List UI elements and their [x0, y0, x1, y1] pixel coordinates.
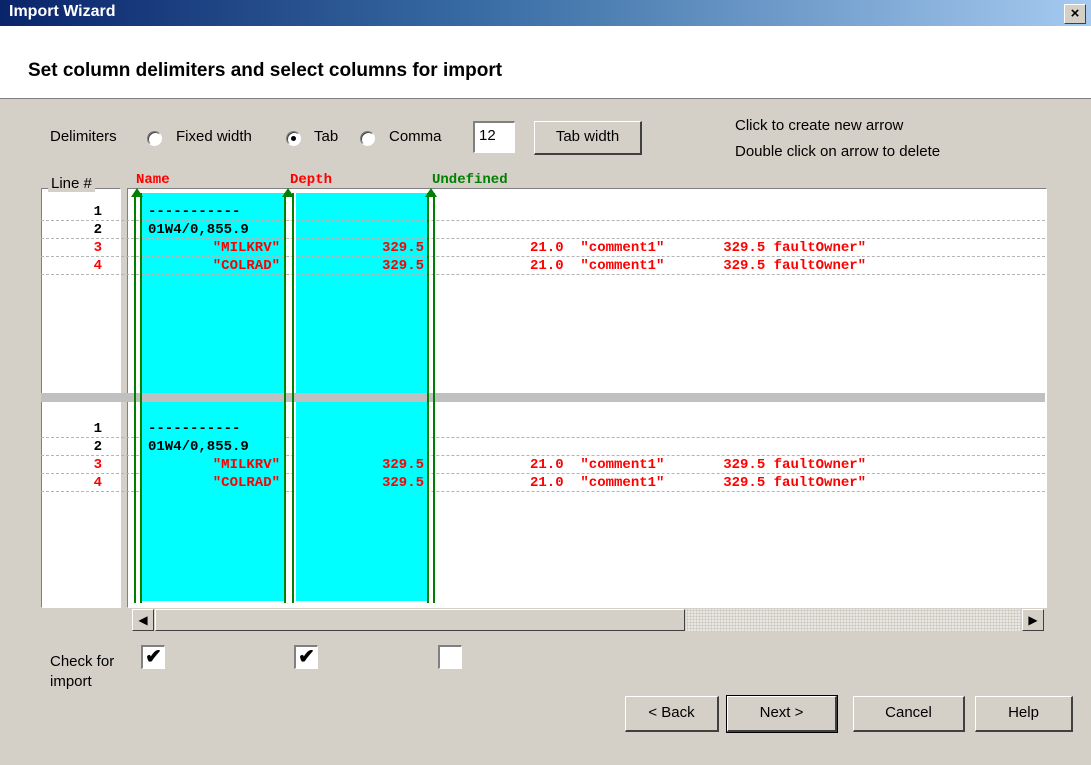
line-number: 3 — [93, 240, 102, 256]
checkbox-name-mark: ✔ — [145, 646, 162, 668]
cell-rest: 21.0 "comment1" 329.5 faultOwner" — [530, 457, 867, 473]
cell-name: "COLRAD" — [212, 258, 280, 274]
cell-depth: 329.5 — [381, 258, 424, 274]
column-label-depth: Depth — [290, 172, 333, 188]
row-separator — [41, 455, 1045, 456]
row-separator — [41, 256, 1045, 257]
pane-splitter[interactable] — [41, 393, 1045, 402]
cell-rest: 21.0 "comment1" 329.5 faultOwner" — [530, 475, 867, 491]
radio-comma-label[interactable]: Comma — [389, 128, 442, 145]
cell-rest: 21.0 "comment1" 329.5 faultOwner" — [530, 258, 867, 274]
column-arrow-line-2b — [292, 193, 294, 603]
tab-width-button[interactable]: Tab width — [534, 121, 642, 155]
column-arrow-head-2[interactable] — [282, 188, 294, 197]
column-label-undefined: Undefined — [432, 172, 508, 188]
check-for-import-label: Check for import — [50, 653, 115, 690]
line-number: 3 — [93, 457, 102, 473]
cell-rest: 21.0 "comment1" 329.5 faultOwner" — [530, 240, 867, 256]
line-number: 1 — [93, 204, 102, 220]
line-number: 2 — [93, 222, 102, 238]
radio-fixed-width-label[interactable]: Fixed width — [176, 128, 252, 145]
title-bar — [0, 0, 1091, 26]
cell-depth: 329.5 — [381, 457, 424, 473]
scroll-right-button[interactable]: ▶ — [1022, 609, 1044, 631]
scroll-track[interactable] — [686, 609, 1021, 631]
line-number: 2 — [93, 439, 102, 455]
line-number: 1 — [93, 421, 102, 437]
row-separator — [41, 491, 1045, 492]
row-separator — [41, 238, 1045, 239]
row-separator — [41, 220, 1045, 221]
delimiters-label: Delimiters — [50, 128, 117, 145]
scroll-left-button[interactable]: ◀ — [132, 609, 154, 631]
window-title: Import Wizard — [9, 3, 116, 20]
cell-name: "MILKRV" — [212, 240, 280, 256]
checkbox-depth-mark: ✔ — [298, 646, 315, 668]
row-separator — [41, 473, 1045, 474]
help-button[interactable]: Help — [975, 696, 1073, 732]
checkbox-import-undefined[interactable] — [438, 645, 462, 669]
close-button[interactable]: × — [1064, 4, 1086, 24]
next-button[interactable]: Next > — [726, 695, 838, 733]
scroll-thumb[interactable] — [155, 609, 685, 631]
column-label-name: Name — [136, 172, 170, 188]
page-title: Set column delimiters and select columns… — [28, 60, 503, 81]
row-separator — [41, 437, 1045, 438]
cancel-button[interactable]: Cancel — [853, 696, 965, 732]
hint-delete-arrow: Double click on arrow to delete — [735, 143, 941, 160]
checkbox-import-depth[interactable]: ✔ — [294, 645, 318, 669]
cell-name: ----------- — [148, 204, 241, 220]
column-arrow-line-3b — [433, 193, 435, 603]
checkbox-import-name[interactable]: ✔ — [141, 645, 165, 669]
hint-create-arrow: Click to create new arrow — [735, 117, 904, 134]
cell-name: 01W4/0,855.9 — [148, 439, 249, 455]
cell-name: 01W4/0,855.9 — [148, 222, 249, 238]
column-arrow-line-2[interactable] — [284, 193, 286, 603]
radio-fixed-width[interactable] — [147, 131, 162, 146]
column-arrow-line-1b — [140, 193, 142, 603]
tab-width-input[interactable]: 12 — [473, 121, 515, 153]
cell-depth: 329.5 — [381, 475, 424, 491]
cell-name: ----------- — [148, 421, 241, 437]
cell-name: "COLRAD" — [212, 475, 280, 491]
radio-tab[interactable] — [286, 131, 301, 146]
cell-depth: 329.5 — [381, 240, 424, 256]
column-arrow-line-3[interactable] — [427, 193, 429, 603]
line-number: 4 — [93, 258, 102, 274]
radio-tab-label[interactable]: Tab — [314, 128, 338, 145]
column-arrow-head-3[interactable] — [425, 188, 437, 197]
back-button[interactable]: < Back — [625, 696, 719, 732]
line-number: 4 — [93, 475, 102, 491]
line-number-header: Line # — [48, 175, 95, 192]
row-separator — [41, 274, 1045, 275]
column-arrow-line-1[interactable] — [134, 193, 136, 603]
cell-name: "MILKRV" — [212, 457, 280, 473]
radio-comma[interactable] — [360, 131, 375, 146]
column-arrow-head-1[interactable] — [131, 188, 143, 197]
